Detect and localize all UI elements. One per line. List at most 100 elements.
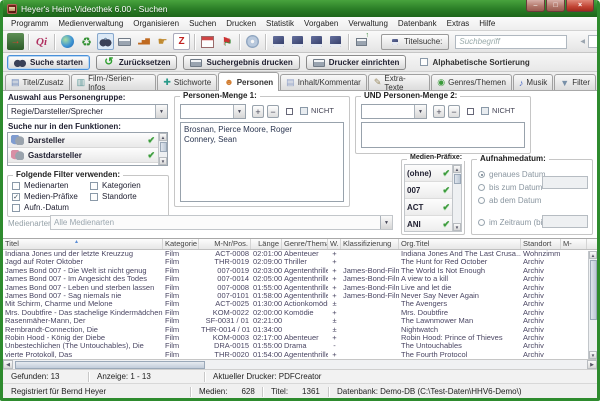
column-header[interactable]: Genre/Thema: [282, 239, 328, 249]
menu-item-programm[interactable]: Programm: [6, 17, 53, 30]
printer-export-icon[interactable]: [353, 33, 370, 50]
scroll-up-icon[interactable]: ▲: [159, 133, 167, 141]
datum-field-2[interactable]: [542, 215, 588, 228]
praefix-item[interactable]: 007✔: [405, 182, 452, 199]
medienarten-select[interactable]: Alle Medienarten ▼: [50, 215, 393, 230]
menu-item-vorgaben[interactable]: Vorgaben: [299, 17, 343, 30]
close-button[interactable]: ×: [566, 0, 594, 12]
table-vscrollbar[interactable]: ▲ ▼: [588, 251, 597, 359]
menge2-nicht-checkbox[interactable]: NICHT: [481, 106, 515, 115]
scroll-down-icon[interactable]: ▼: [159, 157, 167, 165]
qi-logo-icon[interactable]: Qi: [33, 33, 50, 50]
column-header[interactable]: Titel: [3, 239, 163, 249]
drucker-einrichten-button[interactable]: Drucker einrichten: [306, 55, 407, 70]
scroll-right-icon[interactable]: ▶: [587, 360, 597, 369]
menu-item-verwaltung[interactable]: Verwaltung: [343, 17, 393, 30]
filter-checkbox-standorte[interactable]: Standorte: [90, 191, 166, 202]
radio-bis-zum-datum[interactable]: bis zum Datum: [478, 183, 542, 192]
filter-checkbox-medienarten[interactable]: Medienarten: [12, 180, 90, 191]
column-header[interactable]: W.: [328, 239, 341, 249]
table-row[interactable]: Jagd auf Roter OktoberFilmTHR-001902:09:…: [3, 258, 597, 266]
scroll-thumb[interactable]: [454, 174, 461, 184]
tab-inhalt-kommentar[interactable]: ▤Inhalt/Kommentar: [280, 74, 367, 90]
printer-icon[interactable]: [116, 33, 133, 50]
bar-chart-icon[interactable]: ▂▅▇: [135, 33, 152, 50]
menge2-names-textarea[interactable]: [361, 122, 525, 148]
tab-musik[interactable]: ♪Musik: [513, 74, 553, 90]
minimize-button[interactable]: –: [526, 0, 545, 12]
scroll-up-icon[interactable]: ▲: [453, 165, 461, 173]
z-document-icon[interactable]: Z: [173, 33, 190, 50]
datum-field-1[interactable]: [542, 176, 588, 189]
praefixe-scrollbar[interactable]: ▲ ▼: [452, 165, 461, 231]
tab-filter[interactable]: ▼Filter: [554, 74, 596, 90]
table-row[interactable]: Mit Schirm, Charme und MeloneFilmACT-002…: [3, 300, 597, 308]
radio-genaues-datum[interactable]: genaues Datum: [478, 170, 545, 179]
menge2-select[interactable]: ▼: [361, 104, 427, 119]
maximize-button[interactable]: □: [546, 0, 565, 12]
menu-item-suchen[interactable]: Suchen: [184, 17, 221, 30]
menu-item-drucken[interactable]: Drucken: [221, 17, 261, 30]
filter-checkbox-aufn-datum[interactable]: Aufn.-Datum: [12, 202, 90, 213]
filter-checkbox-medien-präfixe[interactable]: ✓Medien-Präfixe: [12, 191, 90, 202]
calendar-icon[interactable]: [199, 33, 216, 50]
title-bar[interactable]: Heyer's Heim-Videothek 6.00 - Suchen –□×: [3, 0, 597, 17]
table-row[interactable]: James Bond 007 - Sag niemals nieFilm007-…: [3, 292, 597, 300]
tab-film-serien-infos[interactable]: ▥Film-/Serien-Infos: [71, 74, 157, 90]
filter-checkbox-kategorien[interactable]: Kategorien: [90, 180, 166, 191]
exit-door-icon[interactable]: →: [7, 33, 24, 50]
menu-item-datenbank[interactable]: Datenbank: [393, 17, 442, 30]
table-row[interactable]: James Bond 007 - Die Welt ist nicht genu…: [3, 267, 597, 275]
menge1-remove-button[interactable]: −: [267, 105, 279, 118]
column-header[interactable]: Kategorie: [163, 239, 199, 249]
chevron-down-icon[interactable]: ▼: [414, 105, 426, 118]
table-row[interactable]: Robin Hood - König der DiebeFilmKOM-0003…: [3, 334, 597, 342]
scroll-thumb[interactable]: [160, 142, 167, 152]
nav-page-box[interactable]: [588, 35, 600, 48]
menge2-remove-button[interactable]: −: [448, 105, 460, 118]
tab-genres-themen[interactable]: ◉Genres/Themen: [431, 74, 512, 90]
disk-box-icon[interactable]: [289, 33, 306, 50]
tab-stichworte[interactable]: ✚Stichworte: [157, 74, 217, 90]
radio-ab-dem-datum[interactable]: ab dem Datum: [478, 196, 541, 205]
praefix-item[interactable]: ANI✔: [405, 216, 452, 231]
suchergebnis-drucken-button[interactable]: Suchergebnis drucken: [183, 55, 299, 70]
zuruecksetzen-button[interactable]: ↺ Zurücksetzen: [96, 55, 178, 70]
table-hscrollbar[interactable]: ◀ ▶: [3, 359, 597, 369]
table-row[interactable]: James Bond 007 - Im Angesicht des TodesF…: [3, 275, 597, 283]
cd-icon[interactable]: [244, 33, 261, 50]
alphabetische-sortierung-checkbox[interactable]: Alphabetische Sortierung: [420, 58, 529, 67]
menge2-option-box[interactable]: [467, 108, 474, 115]
disk-save-icon[interactable]: [327, 33, 344, 50]
binoculars-icon[interactable]: [97, 33, 114, 50]
table-row[interactable]: vierte Protokoll, DasFilmTHR-002001:54:0…: [3, 351, 597, 359]
funktion-item[interactable]: Darsteller✔: [8, 133, 158, 148]
menge1-option-box[interactable]: [286, 108, 293, 115]
tab-extra-texte[interactable]: ✎Extra-Texte: [368, 74, 430, 90]
scroll-left-icon[interactable]: ◀: [3, 360, 13, 369]
table-row[interactable]: James Bond 007 - Leben und sterben lasse…: [3, 284, 597, 292]
flag-icon[interactable]: ⚑: [218, 33, 235, 50]
personengruppe-select[interactable]: Regie/Darsteller/Sprecher ▼: [7, 104, 168, 119]
chevron-down-icon[interactable]: ▼: [155, 105, 167, 118]
praefix-item[interactable]: (ohne)✔: [405, 165, 452, 182]
column-header[interactable]: M-: [561, 239, 587, 249]
scroll-down-icon[interactable]: ▼: [589, 351, 597, 359]
table-row[interactable]: Unbestechlichen (The Untouchables), DieF…: [3, 342, 597, 350]
menge1-names-textarea[interactable]: Brosnan, Pierce Moore, Roger Connery, Se…: [180, 122, 344, 202]
radio-im-zeitraum-bis-[interactable]: im Zeitraum (bis:): [478, 218, 551, 227]
menu-item-hilfe[interactable]: Hilfe: [474, 17, 500, 30]
disk-icon[interactable]: [270, 33, 287, 50]
scroll-thumb[interactable]: [590, 260, 597, 320]
menge1-nicht-checkbox[interactable]: NICHT: [300, 106, 334, 115]
chevron-down-icon[interactable]: ▼: [380, 216, 392, 229]
menge1-select[interactable]: ▼: [180, 104, 246, 119]
table-row[interactable]: Rasenmäher-Mann, DerFilmSF-0031 / 0102:2…: [3, 317, 597, 325]
scroll-thumb[interactable]: [15, 361, 205, 369]
hand-document-icon[interactable]: ☛: [154, 33, 171, 50]
column-header[interactable]: Klassifizierung: [341, 239, 399, 249]
search-input[interactable]: [455, 35, 567, 49]
column-header[interactable]: Länge: [251, 239, 282, 249]
table-row[interactable]: Rembrandt-Connection, DieFilmTHR-0014 / …: [3, 326, 597, 334]
table-row[interactable]: Indiana Jones und der letzte KreuzzugFil…: [3, 250, 597, 258]
